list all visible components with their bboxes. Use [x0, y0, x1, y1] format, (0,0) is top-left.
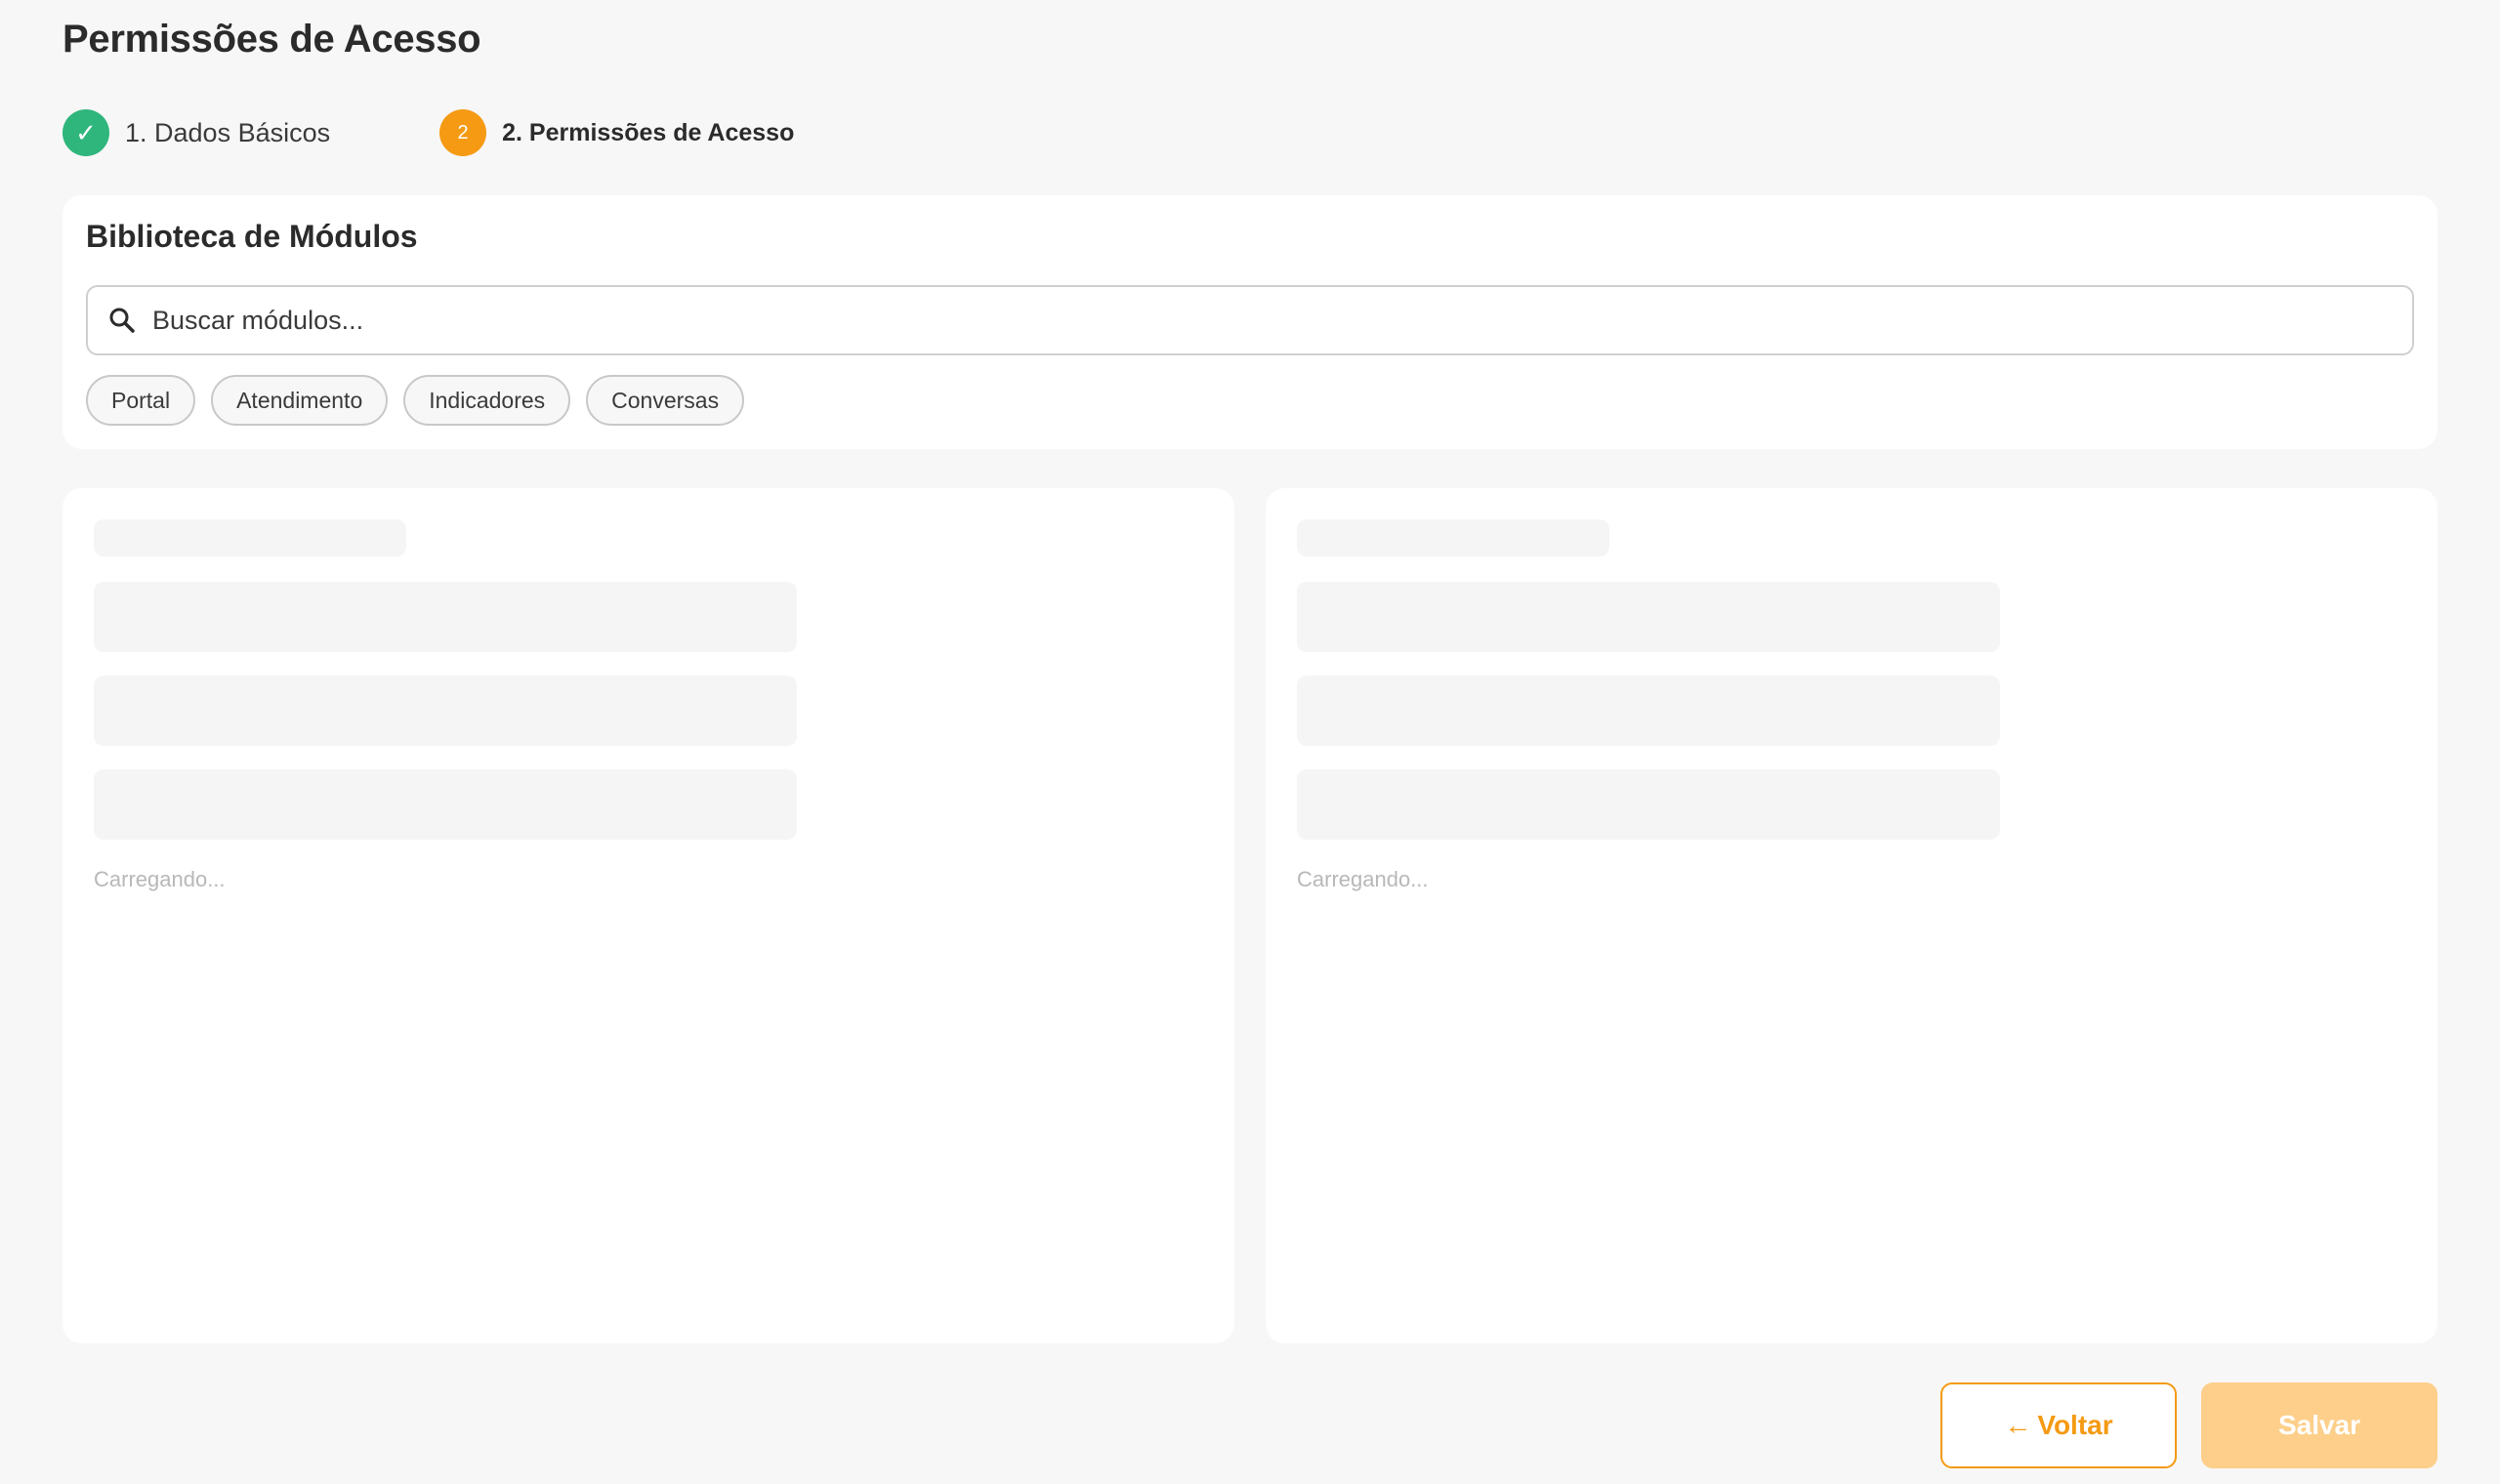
module-library-card: Biblioteca de Módulos Portal Atendimento…: [62, 195, 2438, 449]
search-icon: [107, 306, 137, 335]
search-box[interactable]: [86, 285, 2414, 355]
check-icon: ✓: [62, 109, 109, 156]
skeleton-title: [94, 519, 406, 556]
filter-chip-atendimento[interactable]: Atendimento: [211, 375, 389, 426]
skeleton-row: [1297, 769, 2000, 840]
search-input[interactable]: [150, 291, 2377, 350]
right-panel: Carregando...: [1266, 488, 2438, 1343]
skeleton-row: [94, 676, 797, 746]
library-title: Biblioteca de Módulos: [86, 219, 418, 254]
step-permissoes-de-acesso[interactable]: 2 2. Permissões de Acesso: [439, 109, 794, 156]
skeleton-title: [1297, 519, 1609, 556]
arrow-left-icon: ←: [2004, 1410, 2032, 1440]
loading-text: Carregando...: [1297, 867, 1429, 891]
loading-text: Carregando...: [94, 867, 226, 891]
step-label: 1. Dados Básicos: [125, 117, 331, 147]
left-panel: Carregando...: [62, 488, 1234, 1343]
step-number-badge: 2: [439, 109, 487, 156]
save-button[interactable]: Salvar: [2201, 1382, 2438, 1468]
filter-chips: Portal Atendimento Indicadores Conversas: [86, 375, 760, 426]
step-label: 2. Permissões de Acesso: [502, 118, 795, 146]
skeleton-row: [1297, 676, 2000, 746]
filter-chip-conversas[interactable]: Conversas: [586, 375, 745, 426]
skeleton-row: [94, 769, 797, 840]
stepper: ✓ 1. Dados Básicos 2 2. Permissões de Ac…: [62, 109, 794, 156]
filter-chip-indicadores[interactable]: Indicadores: [403, 375, 571, 426]
back-button[interactable]: ← Voltar: [1940, 1382, 2177, 1468]
filter-chip-portal[interactable]: Portal: [86, 375, 196, 426]
step-dados-basicos[interactable]: ✓ 1. Dados Básicos: [62, 109, 330, 156]
back-button-label: Voltar: [2037, 1410, 2113, 1440]
page: Permissões de Acesso ✓ 1. Dados Básicos …: [0, 0, 2500, 1484]
skeleton-row: [1297, 582, 2000, 652]
page-title: Permissões de Acesso: [62, 18, 481, 61]
skeleton-row: [94, 582, 797, 652]
